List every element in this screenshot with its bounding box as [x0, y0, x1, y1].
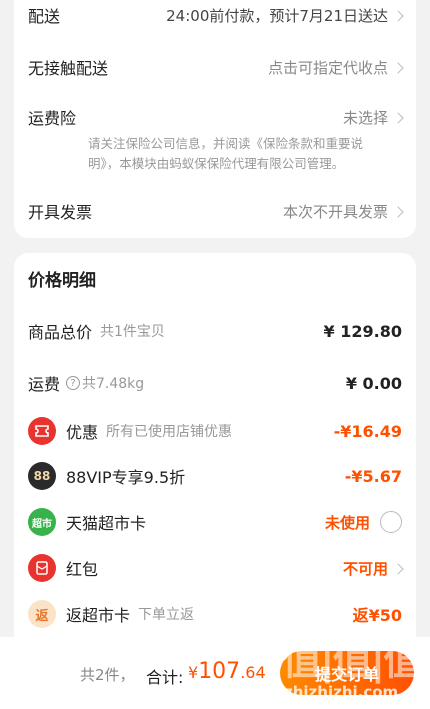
goods-total-sub: 共1件宝贝 [100, 324, 165, 340]
vip-discount-row[interactable]: 88 88VIP专享9.5折 -¥5.67 [28, 461, 402, 491]
delivery-value: 24:00前付款，预计7月21日送达 [166, 6, 388, 25]
contactless-label: 无接触配送 [28, 59, 109, 78]
goods-total-row: 商品总价 共1件宝贝 ¥ 129.80 [28, 316, 402, 346]
rebate-icon: 返 [28, 600, 56, 628]
total-integer: 107 [198, 659, 241, 684]
chevron-right-icon [392, 205, 404, 218]
chevron-right-icon [392, 562, 404, 575]
watermark-logo: 值|值|值 [282, 638, 423, 684]
shipping-insurance-label: 运费险 [28, 109, 77, 128]
hongbao-label: 红包 [66, 560, 99, 579]
shipping-weight: 共7.48kg [82, 376, 145, 392]
total-amount: ¥107.64 [188, 659, 266, 684]
vip-amount: -¥5.67 [344, 466, 402, 486]
invoice-label: 开具发票 [28, 203, 93, 222]
tmall-card-label: 天猫超市卡 [66, 514, 147, 533]
price-detail-title: 价格明细 [28, 271, 96, 291]
red-envelope-icon [28, 554, 56, 582]
hongbao-row[interactable]: 红包 不可用 [28, 553, 404, 583]
rebate-row: 返 返超市卡 下单立返 返¥50 [28, 599, 402, 629]
invoice-row[interactable]: 开具发票 本次不开具发票 [28, 196, 404, 226]
vip-label: 88VIP专享9.5折 [66, 468, 186, 487]
shipping-insurance-value: 未选择 [342, 108, 388, 127]
goods-total-label: 商品总价 [28, 323, 93, 342]
rebate-label: 返超市卡 [66, 606, 131, 625]
total-decimal: .64 [240, 663, 266, 682]
rebate-sub: 下单立返 [138, 607, 195, 623]
shipping-fee-row: 运费 ? 共7.48kg ¥ 0.00 [28, 368, 402, 398]
total-currency: ¥ [188, 663, 199, 682]
tmall-card-row[interactable]: 超市 天猫超市卡 未使用 [28, 507, 402, 537]
chevron-right-icon [392, 61, 404, 74]
price-detail-card: 价格明细 商品总价 共1件宝贝 ¥ 129.80 运费 ? 共7.48kg ¥ … [14, 253, 416, 653]
chevron-right-icon [392, 9, 404, 22]
shipping-insurance-row[interactable]: 运费险 未选择 [28, 102, 404, 132]
contactless-value: 点击可指定代收点 [267, 58, 388, 77]
discount-sub: 所有已使用店铺优惠 [106, 424, 233, 440]
tmall-card-status: 未使用 [324, 513, 370, 532]
tmall-supermarket-icon: 超市 [28, 508, 56, 536]
contactless-row[interactable]: 无接触配送 点击可指定代收点 [28, 52, 404, 82]
total-label: 合计: [146, 668, 184, 687]
shipping-fee-amount: ¥ 0.00 [345, 373, 402, 393]
help-icon[interactable]: ? [66, 376, 81, 390]
tmall-card-radio[interactable] [380, 511, 402, 533]
insurance-notice: 请关注保险公司信息，并阅读《保险条款和重要说明》，本模块由蚂蚁保保险代理有限公司… [88, 136, 364, 171]
rebate-amount: 返¥50 [352, 606, 402, 625]
discount-amount: -¥16.49 [333, 421, 402, 441]
discount-label: 优惠 [66, 423, 99, 442]
delivery-row[interactable]: 配送 24:00前付款，预计7月21日送达 [28, 0, 404, 30]
goods-total-amount: ¥ 129.80 [323, 321, 402, 341]
discount-row[interactable]: 优惠 所有已使用店铺优惠 -¥16.49 [28, 416, 402, 446]
delivery-label: 配送 [28, 7, 61, 26]
invoice-value: 本次不开具发票 [282, 202, 388, 221]
coupon-icon [28, 417, 56, 445]
shipping-fee-label: 运费 [28, 375, 61, 394]
chevron-right-icon [392, 111, 404, 124]
order-options-card: 配送 24:00前付款，预计7月21日送达 无接触配送 点击可指定代收点 运费险… [14, 0, 416, 238]
hongbao-status: 不可用 [342, 559, 388, 578]
item-count: 共2件， [80, 666, 135, 684]
88vip-icon: 88 [28, 462, 56, 490]
watermark-url: zhizhizhi.com [284, 683, 399, 701]
